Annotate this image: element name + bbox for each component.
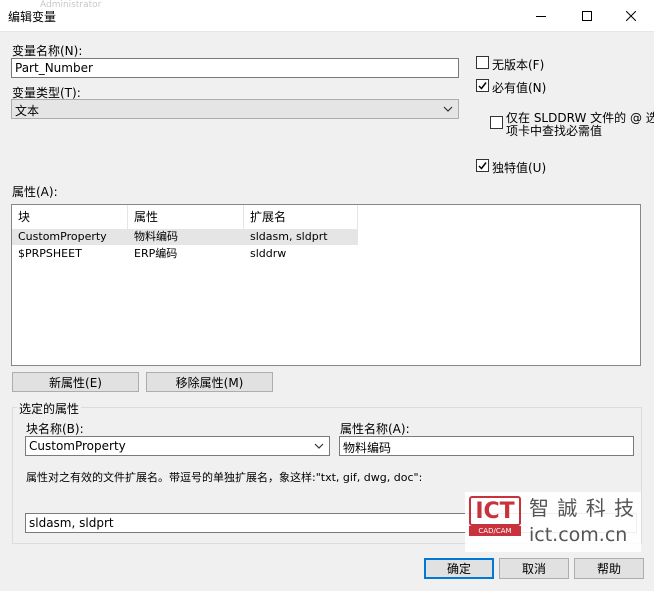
variable-type-select[interactable]: 文本 (11, 99, 459, 119)
window-title: 编辑变量 (8, 10, 57, 24)
column-header-extension[interactable]: 扩展名 (244, 205, 358, 229)
table-row[interactable]: CustomProperty 物料编码 sldasm, sldprt (12, 229, 358, 245)
cell-extension: sldasm, sldprt (250, 230, 328, 243)
watermark-logo-sub: CAD/CAM (469, 526, 521, 536)
attribute-name-input[interactable]: 物料编码 (339, 436, 634, 456)
cell-extension: slddrw (250, 247, 287, 260)
attribute-name-label: 属性名称(A): (340, 422, 410, 436)
variable-name-input[interactable]: Part_Number (11, 58, 459, 78)
chevron-down-icon (443, 106, 453, 112)
slddrw-only-label: 仅在 SLDDRW 文件的 @ 选 项卡中查找必需值 (506, 112, 654, 138)
checkmark-icon (478, 162, 487, 170)
slddrw-only-label-line2: 项卡中查找必需值 (506, 124, 603, 138)
ok-button[interactable]: 确定 (424, 558, 494, 579)
attributes-label: 属性(A): (12, 185, 58, 199)
minimize-button[interactable] (518, 0, 564, 32)
extensions-value: sldasm, sldprt (29, 516, 114, 530)
no-version-label: 无版本(F) (492, 58, 545, 72)
unique-value-label: 独特值(U) (492, 161, 547, 175)
variable-type-value: 文本 (15, 104, 40, 118)
cell-block: $PRPSHEET (18, 247, 82, 260)
block-name-label: 块名称(B): (26, 422, 84, 436)
column-header-block[interactable]: 块 (12, 205, 128, 229)
remove-attribute-button[interactable]: 移除属性(M) (146, 372, 273, 392)
attributes-listview[interactable]: 块 属性 扩展名 CustomProperty 物料编码 sldasm, sld… (11, 204, 641, 366)
checkbox-box (476, 56, 489, 69)
cell-block: CustomProperty (18, 230, 107, 243)
variable-name-value: Part_Number (15, 61, 93, 75)
required-value-checkbox[interactable]: 必有值(N) (476, 79, 546, 96)
unique-value-checkbox[interactable]: 独特值(U) (476, 159, 546, 176)
chevron-down-icon (314, 443, 324, 449)
new-attribute-button[interactable]: 新属性(E) (12, 372, 139, 392)
cancel-button[interactable]: 取消 (499, 558, 569, 579)
close-button[interactable] (608, 0, 654, 32)
checkbox-box (476, 159, 489, 172)
block-name-value: CustomProperty (29, 439, 126, 453)
watermark: ICT CAD/CAM 智 誠 科 技 ict.com.cn (465, 492, 641, 552)
minimize-icon (536, 16, 546, 17)
attribute-name-value: 物料编码 (343, 441, 392, 455)
variable-name-label: 变量名称(N): (12, 44, 83, 58)
help-button[interactable]: 帮助 (574, 558, 644, 579)
column-header-attribute[interactable]: 属性 (128, 205, 244, 229)
selected-attribute-group-title: 选定的属性 (17, 400, 82, 417)
watermark-company: 智 誠 科 技 (529, 496, 636, 520)
cell-attribute: ERP编码 (134, 247, 178, 260)
checkbox-box (490, 116, 503, 129)
no-version-checkbox[interactable]: 无版本(F) (476, 56, 544, 73)
slddrw-only-checkbox[interactable]: 仅在 SLDDRW 文件的 @ 选 项卡中查找必需值 (490, 112, 654, 138)
block-name-select[interactable]: CustomProperty (25, 436, 330, 456)
table-row[interactable]: $PRPSHEET ERP编码 slddrw (12, 246, 358, 262)
maximize-button[interactable] (564, 0, 610, 32)
extensions-hint: 属性对之有效的文件扩展名。带逗号的单独扩展名，象这样:"txt, gif, dw… (26, 471, 423, 484)
maximize-icon (582, 11, 592, 21)
checkmark-icon (478, 82, 487, 90)
close-icon (626, 11, 636, 21)
required-value-label: 必有值(N) (492, 81, 547, 95)
watermark-url: ict.com.cn (529, 524, 628, 546)
checkbox-box (476, 79, 489, 92)
watermark-logo: ICT (469, 496, 521, 526)
cell-attribute: 物料编码 (134, 230, 178, 243)
